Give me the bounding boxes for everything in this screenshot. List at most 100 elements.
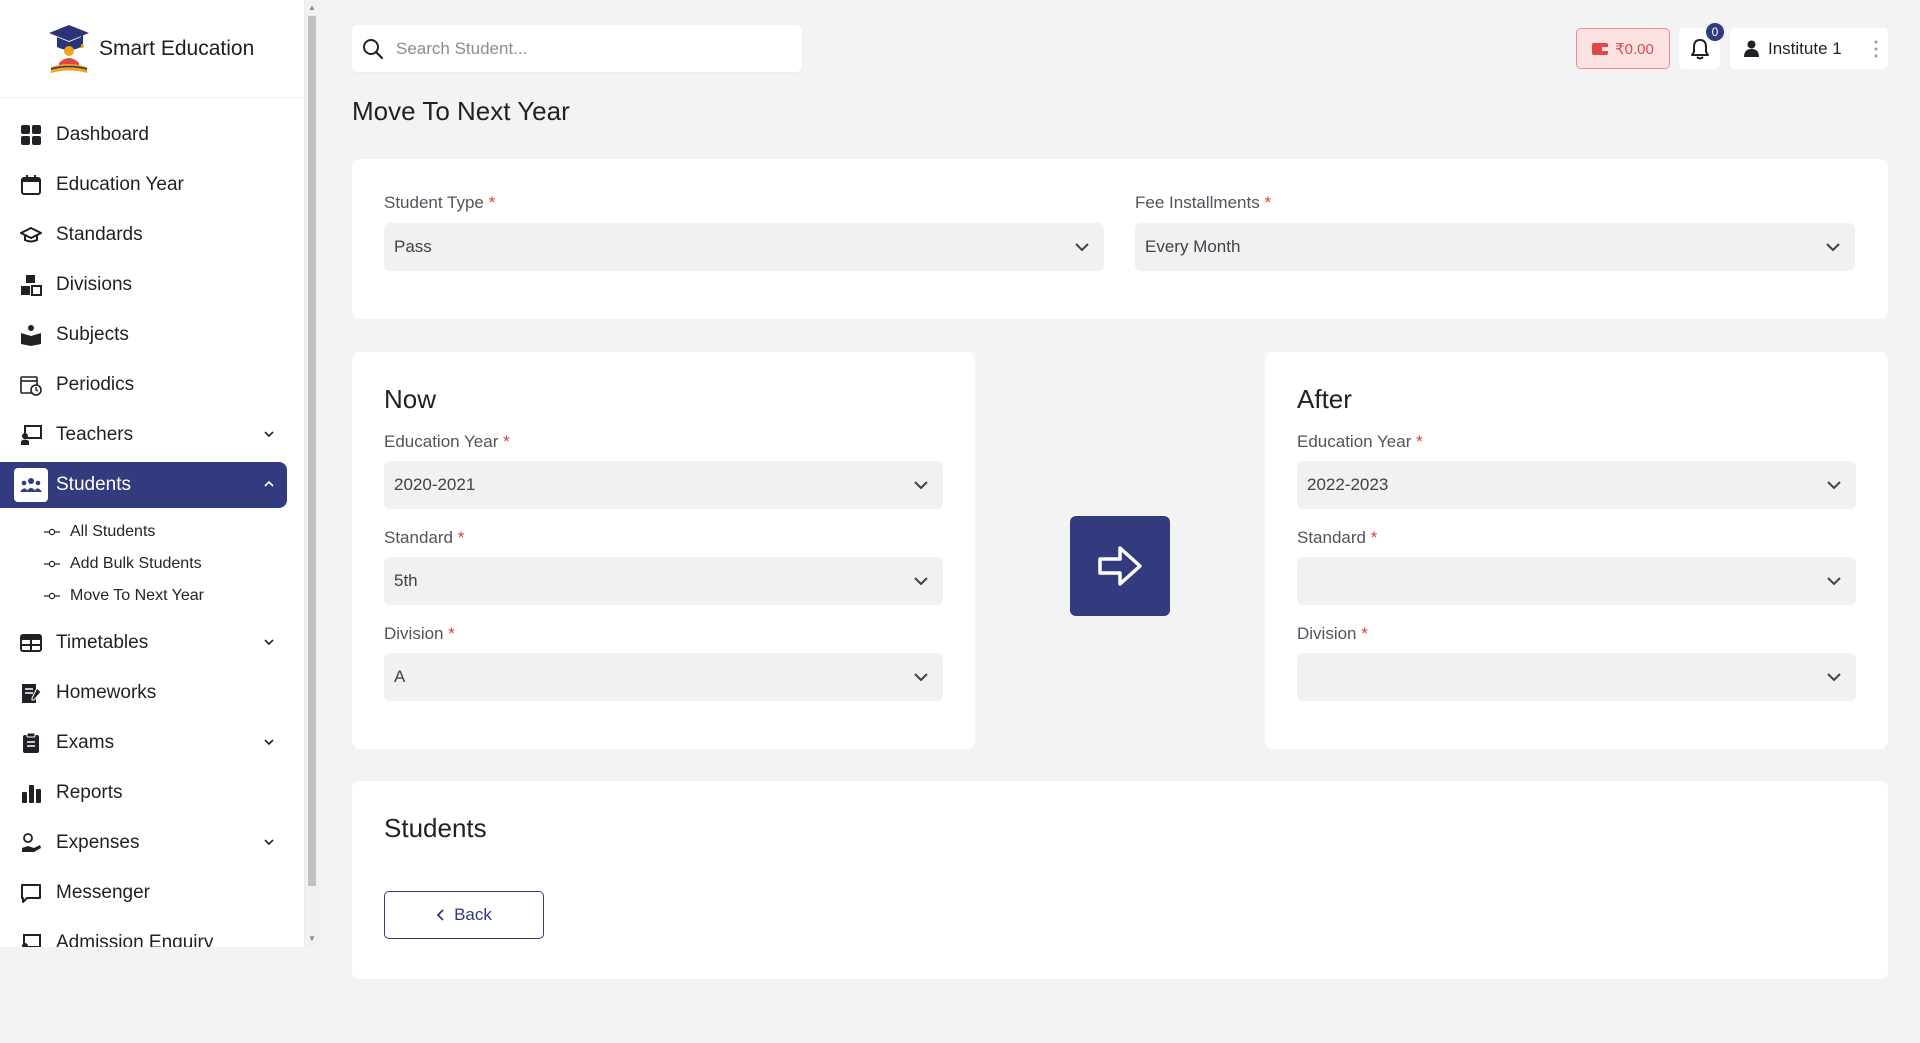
now-standard-select[interactable]: 5th — [384, 557, 943, 605]
arrow-right-icon — [1098, 546, 1142, 586]
bullet-icon — [44, 560, 60, 568]
scroll-up-icon[interactable]: ▲ — [308, 4, 316, 12]
sidebar-item-label: Education Year — [56, 174, 184, 195]
sidebar-item-label: Subjects — [56, 324, 129, 345]
student-type-label: Student Type * — [384, 193, 496, 212]
sidebar-nav: Dashboard Education Year Standards Divis… — [0, 112, 294, 947]
back-button[interactable]: Back — [384, 891, 544, 939]
after-division-select[interactable] — [1297, 653, 1856, 701]
chevron-down-icon — [1827, 577, 1841, 586]
chalkboard-teacher-icon — [14, 418, 48, 452]
submenu-item-all-students[interactable]: All Students — [0, 516, 294, 548]
clipboard-icon — [14, 726, 48, 760]
chevron-left-icon — [436, 909, 444, 921]
sidebar-item-messenger[interactable]: Messenger — [0, 870, 287, 916]
calendar-icon — [14, 168, 48, 202]
now-division-select[interactable]: A — [384, 653, 943, 701]
sidebar-item-homeworks[interactable]: Homeworks — [0, 670, 287, 716]
wallet-amount: ₹0.00 — [1615, 40, 1654, 58]
message-square-icon — [14, 876, 48, 910]
sidebar-item-label: Teachers — [56, 424, 134, 445]
sidebar-item-admission-enquiry[interactable]: Admission Enquiry — [0, 920, 287, 947]
sidebar-item-label: Admission Enquiry — [56, 932, 214, 947]
scrollbar-thumb[interactable] — [308, 16, 316, 886]
table-icon — [14, 626, 48, 660]
now-education-year-label: Education Year * — [384, 432, 510, 451]
chevron-down-icon — [264, 839, 274, 846]
user-name: Institute 1 — [1768, 38, 1842, 58]
after-education-year-select[interactable]: 2022-2023 — [1297, 461, 1856, 509]
now-title: Now — [384, 384, 437, 414]
sidebar-item-teachers[interactable]: Teachers — [0, 412, 287, 458]
sidebar-item-dashboard[interactable]: Dashboard — [0, 112, 287, 158]
sidebar-item-label: Divisions — [56, 274, 133, 295]
bullet-icon — [44, 592, 60, 600]
chevron-down-icon — [1075, 243, 1089, 252]
wallet-balance-button[interactable]: ₹0.00 — [1576, 28, 1670, 69]
notebook-pen-icon — [14, 676, 48, 710]
scroll-down-icon[interactable]: ▼ — [308, 935, 316, 943]
after-education-year-label: Education Year * — [1297, 432, 1423, 451]
sidebar-item-label: Timetables — [56, 632, 149, 653]
chevron-up-icon — [264, 480, 274, 487]
chevron-down-icon — [264, 739, 274, 746]
bar-chart-icon — [14, 776, 48, 810]
sidebar-item-expenses[interactable]: Expenses — [0, 820, 287, 866]
search-icon — [363, 38, 384, 59]
now-division-label: Division * — [384, 624, 455, 643]
user-icon — [1744, 40, 1759, 57]
submenu-item-add-bulk-students[interactable]: Add Bulk Students — [0, 548, 294, 580]
chevron-down-icon — [1826, 243, 1840, 252]
chevron-down-icon — [264, 639, 274, 646]
notification-count-badge: 0 — [1706, 23, 1724, 41]
now-card: Now Education Year * 2020-2021 Standard … — [352, 352, 975, 749]
page-title: Move To Next Year — [352, 96, 570, 126]
sidebar-item-exams[interactable]: Exams — [0, 720, 287, 766]
more-vertical-icon[interactable] — [1874, 40, 1878, 58]
sidebar-item-label: Messenger — [56, 882, 150, 903]
move-arrow-button[interactable] — [1070, 516, 1170, 616]
sidebar-item-label: Homeworks — [56, 682, 157, 703]
sidebar-item-students[interactable]: Students — [0, 462, 287, 508]
fee-installments-select[interactable]: Every Month — [1135, 223, 1855, 271]
sidebar-scrollbar[interactable]: ▲ ▼ — [305, 0, 319, 947]
submenu-item-label: All Students — [70, 523, 156, 540]
brand-name: Smart Education — [99, 36, 255, 60]
brand[interactable]: Smart Education — [0, 0, 304, 98]
bullet-icon — [44, 528, 60, 536]
bell-icon — [1690, 38, 1709, 59]
chevron-down-icon — [914, 481, 928, 490]
chevron-down-icon — [1827, 673, 1841, 682]
student-type-select[interactable]: Pass — [384, 223, 1104, 271]
now-education-year-select[interactable]: 2020-2021 — [384, 461, 943, 509]
dashboard-icon — [14, 118, 48, 152]
sidebar-item-label: Standards — [56, 224, 143, 245]
sidebar-item-label: Expenses — [56, 832, 140, 853]
sidebar-item-label: Exams — [56, 732, 115, 753]
search-box[interactable] — [352, 25, 802, 72]
user-menu[interactable]: Institute 1 — [1730, 28, 1888, 69]
sidebar-item-standards[interactable]: Standards — [0, 212, 287, 258]
after-card: After Education Year * 2022-2023 Standar… — [1265, 352, 1888, 749]
after-standard-label: Standard * — [1297, 528, 1378, 547]
after-standard-select[interactable] — [1297, 557, 1856, 605]
sidebar-item-periodics[interactable]: Periodics — [0, 362, 287, 408]
users-icon — [14, 468, 48, 502]
sidebar-item-divisions[interactable]: Divisions — [0, 262, 287, 308]
sidebar-item-label: Students — [56, 474, 131, 495]
submenu-item-move-to-next-year[interactable]: Move To Next Year — [0, 580, 294, 612]
sidebar-item-subjects[interactable]: Subjects — [0, 312, 287, 358]
after-title: After — [1297, 384, 1352, 414]
chevron-down-icon — [914, 577, 928, 586]
search-input[interactable] — [396, 38, 776, 59]
sidebar-item-reports[interactable]: Reports — [0, 770, 287, 816]
blocks-icon — [14, 268, 48, 302]
filters-card: Student Type * Pass Fee Installments * E… — [352, 159, 1888, 319]
sidebar-item-education-year[interactable]: Education Year — [0, 162, 287, 208]
sidebar-item-timetables[interactable]: Timetables — [0, 620, 287, 666]
students-title: Students — [384, 813, 487, 843]
calendar-clock-icon — [14, 368, 48, 402]
chevron-down-icon — [1827, 481, 1841, 490]
graduation-cap-icon — [14, 218, 48, 252]
sidebar-item-label: Reports — [56, 782, 123, 803]
